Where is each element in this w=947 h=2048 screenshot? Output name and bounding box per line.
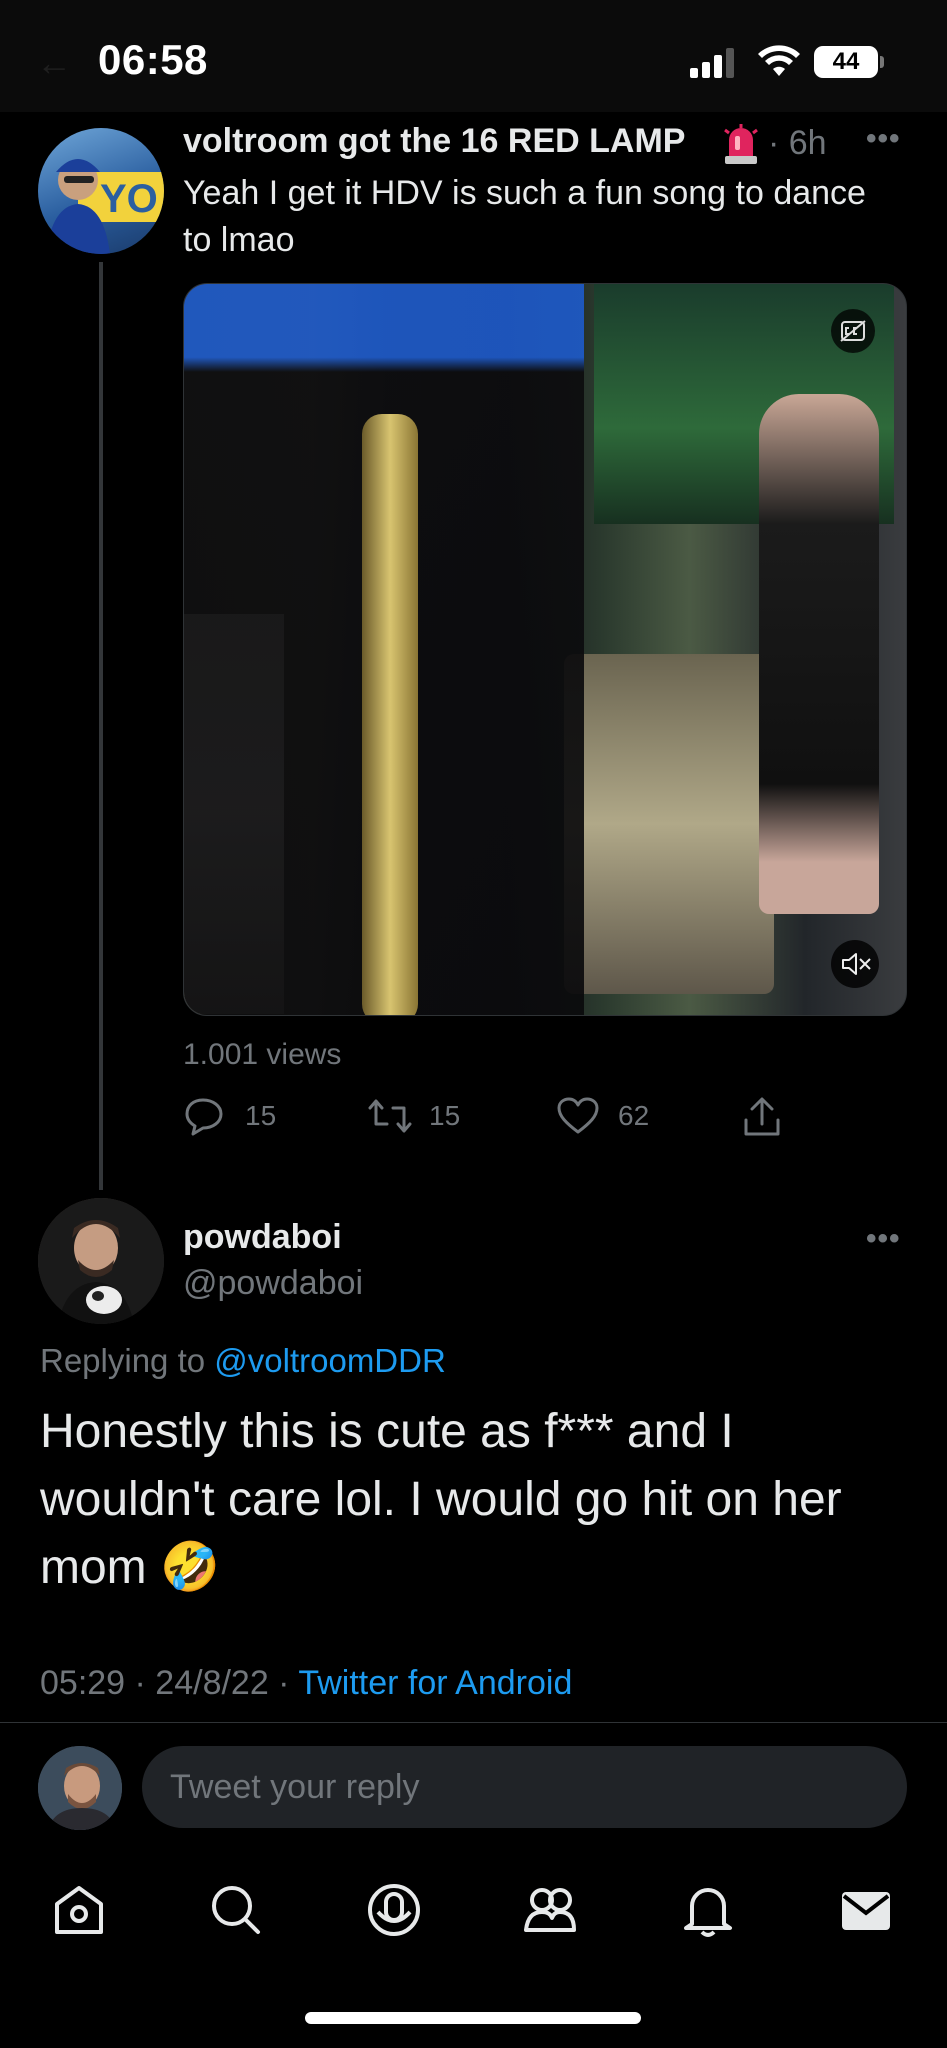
cellular-signal-icon — [690, 48, 734, 78]
status-time: 06:58 — [98, 36, 208, 83]
reply-button[interactable]: 15 — [183, 1096, 313, 1136]
wifi-icon — [758, 45, 800, 76]
share-icon — [744, 1097, 780, 1136]
view-count: 1.001 views — [183, 1038, 342, 1071]
replying-to: Replying to @voltroomDDR — [40, 1342, 446, 1380]
notifications-icon[interactable] — [678, 1880, 738, 1940]
tweet-video[interactable] — [183, 283, 907, 1016]
retweet-button[interactable]: 15 — [367, 1096, 497, 1136]
reply-meta: 05:29 · 24/8/22 · Twitter for Android — [40, 1664, 572, 1703]
home-indicator — [305, 2012, 641, 2024]
reply-input[interactable] — [142, 1746, 907, 1828]
more-options-icon[interactable]: ••• — [866, 122, 901, 156]
svg-text:YO: YO — [100, 177, 158, 221]
captions-icon[interactable] — [831, 309, 875, 353]
reply-more-options-icon[interactable]: ••• — [866, 1222, 901, 1256]
video-cabinet — [564, 654, 774, 994]
reply-author-handle[interactable]: @powdaboi — [183, 1264, 363, 1303]
replying-prefix: Replying to — [40, 1342, 215, 1379]
search-icon[interactable] — [206, 1880, 266, 1940]
back-arrow-icon[interactable]: ← — [36, 42, 72, 84]
heart-icon — [557, 1097, 599, 1134]
home-icon[interactable] — [49, 1880, 109, 1940]
spaces-icon[interactable] — [364, 1880, 424, 1940]
retweet-count: 15 — [429, 1100, 461, 1131]
tweet-age[interactable]: · 6h — [768, 124, 827, 163]
my-avatar[interactable] — [38, 1746, 122, 1830]
share-button[interactable] — [740, 1096, 790, 1136]
tweet-author-name[interactable]: voltroom got the 16 RED LAMP — [183, 122, 685, 161]
status-bar: ← 06:58 44 — [0, 0, 947, 112]
tweet-text: Yeah I get it HDV is such a fun song to … — [183, 174, 866, 259]
mute-icon[interactable] — [831, 940, 879, 988]
divider — [0, 1722, 947, 1723]
video-pole — [362, 414, 418, 1015]
reply-count: 15 — [245, 1100, 277, 1131]
red-lamp-emoji-icon — [724, 124, 758, 164]
reply-author-avatar[interactable] — [38, 1198, 164, 1324]
reply-author-name[interactable]: powdaboi — [183, 1218, 342, 1257]
reply-timestamp: 05:29 · 24/8/22 · — [40, 1664, 299, 1702]
reply-text: Honestly this is cute as f*** and I woul… — [40, 1405, 842, 1594]
like-count: 62 — [618, 1100, 650, 1131]
retweet-icon — [368, 1099, 412, 1133]
replying-to-mention[interactable]: @voltroomDDR — [214, 1342, 446, 1379]
reply-source-link[interactable]: Twitter for Android — [298, 1664, 572, 1702]
communities-icon[interactable] — [520, 1880, 580, 1940]
battery-indicator: 44 — [814, 46, 878, 78]
messages-icon[interactable] — [836, 1880, 896, 1940]
author-avatar[interactable]: YO — [38, 128, 164, 254]
video-child-figure — [759, 394, 879, 914]
battery-tip — [880, 56, 884, 68]
thread-line — [99, 262, 103, 1190]
like-button[interactable]: 62 — [556, 1096, 686, 1136]
reply-icon — [185, 1098, 223, 1136]
